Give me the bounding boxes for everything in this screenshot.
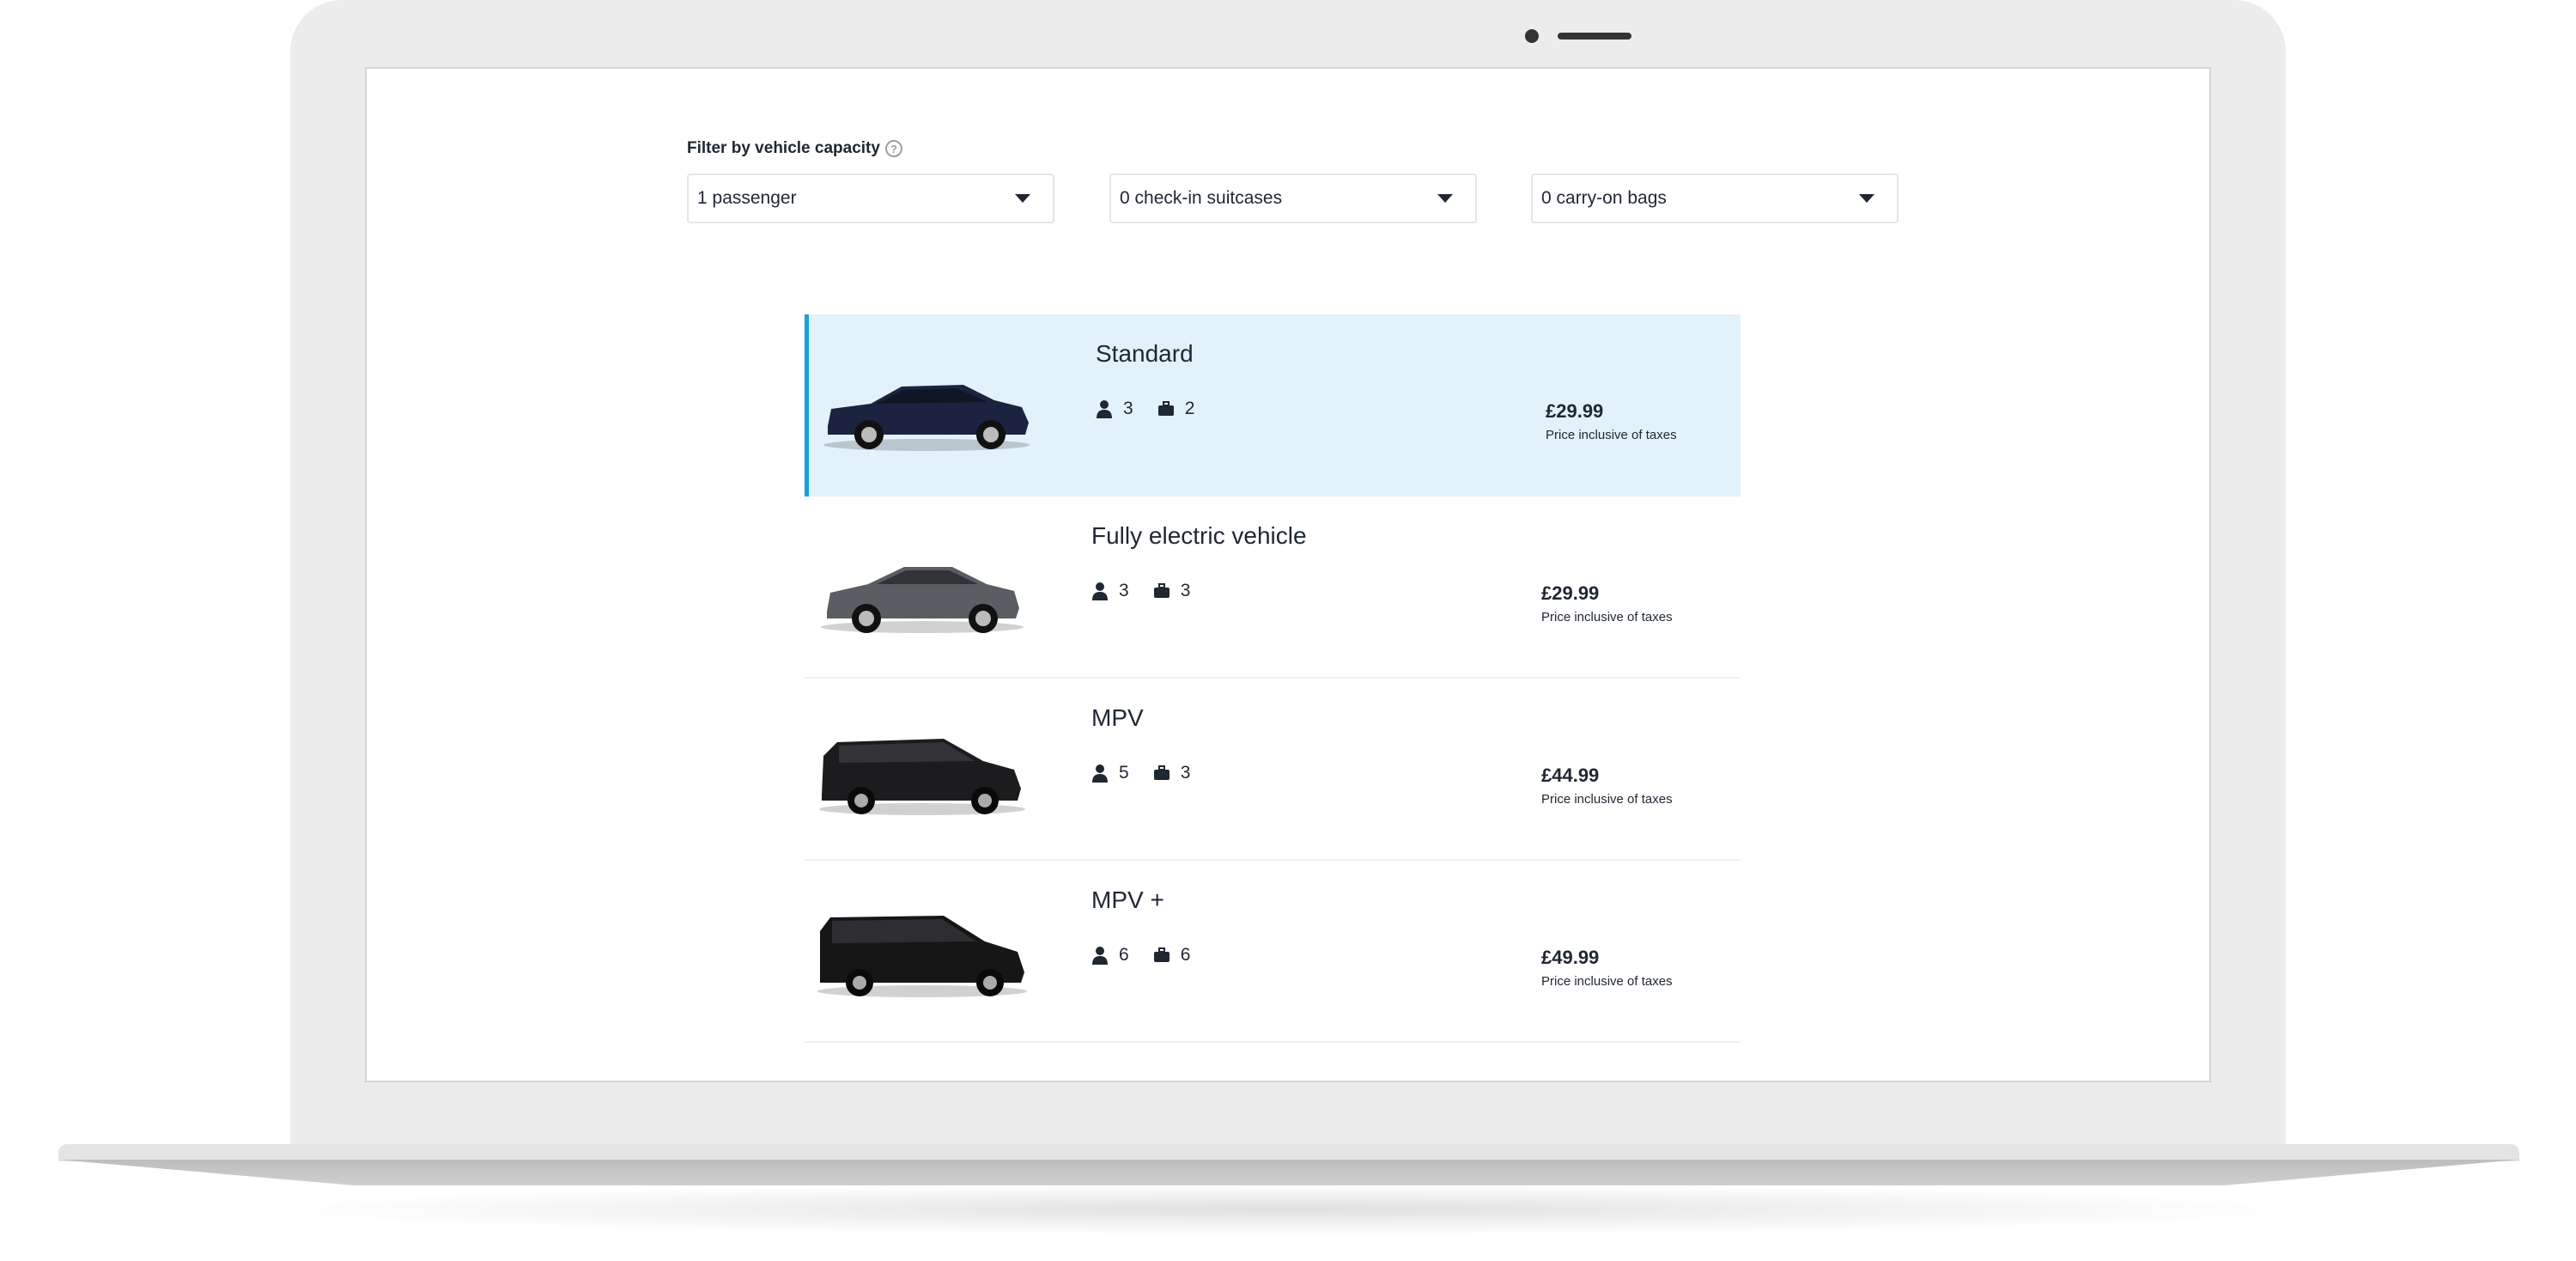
vehicle-name: Standard [1096, 340, 1194, 367]
person-icon [1092, 765, 1108, 783]
vehicle-option-electric[interactable]: Fully electric vehicle 3 3 £29.99 Price … [805, 496, 1741, 679]
passenger-count: 5 [1119, 763, 1129, 783]
suitcase-select[interactable]: 0 check-in suitcases [1109, 174, 1477, 223]
filter-heading: Filter by vehicle capacity ? [687, 139, 902, 158]
vehicle-price: £49.99 [1541, 947, 1600, 968]
vehicle-name: MPV [1091, 704, 1144, 731]
camera-icon [1525, 29, 1539, 43]
price-note: Price inclusive of taxes [1541, 792, 1673, 807]
vehicle-name: MPV + [1091, 886, 1164, 913]
suitcase-icon [1157, 401, 1174, 416]
vehicle-name: Fully electric vehicle [1091, 522, 1307, 549]
camera-bar [1558, 33, 1631, 40]
price-note: Price inclusive of taxes [1541, 610, 1673, 624]
vehicle-price: £44.99 [1541, 765, 1600, 786]
van-icon [817, 916, 1027, 997]
carry-on-select[interactable]: 0 carry-on bags [1531, 174, 1899, 223]
person-icon [1092, 582, 1108, 600]
suitcase-icon [1153, 947, 1170, 962]
filter-label: Filter by vehicle capacity [687, 139, 880, 157]
question-circle-icon[interactable]: ? [884, 140, 902, 157]
vehicle-price: £29.99 [1546, 400, 1604, 422]
price-note: Price inclusive of taxes [1546, 428, 1677, 442]
vehicle-capacity: 3 2 [1096, 399, 1218, 419]
car-electric-icon [821, 567, 1024, 633]
vehicle-option-standard[interactable]: Standard 3 2 £29.99 Price inclusive of t… [805, 314, 1741, 496]
person-icon [1092, 947, 1108, 965]
vehicle-list: Standard 3 2 £29.99 Price inclusive of t… [805, 314, 1741, 1043]
suitcase-select-value: 0 check-in suitcases [1120, 188, 1283, 208]
car-estate-icon [823, 385, 1030, 451]
vehicle-capacity: 6 6 [1091, 945, 1214, 966]
caret-down-icon [1015, 194, 1030, 203]
luggage-count: 3 [1180, 763, 1191, 783]
suitcase-icon [1153, 765, 1170, 780]
caret-down-icon [1859, 194, 1874, 203]
passenger-count: 3 [1119, 581, 1129, 600]
laptop-shadow [258, 1184, 2318, 1235]
laptop-mockup: Filter by vehicle capacity ? 1 passenger… [0, 0, 2576, 1261]
passenger-count: 6 [1119, 945, 1129, 965]
vehicle-option-mpv-plus[interactable]: MPV + 6 6 £49.99 Price inclusive of taxe… [805, 861, 1741, 1043]
laptop-base [58, 1144, 2519, 1161]
laptop-base-edge [58, 1160, 2519, 1185]
vehicle-capacity: 3 3 [1091, 581, 1214, 601]
vehicle-option-mpv[interactable]: MPV 5 3 £44.99 Price inclusive of taxes [805, 679, 1741, 861]
passenger-select-value: 1 passenger [697, 188, 797, 208]
price-note: Price inclusive of taxes [1541, 974, 1673, 989]
passenger-count: 3 [1123, 399, 1133, 418]
suitcase-icon [1153, 583, 1170, 598]
person-icon [1097, 400, 1112, 418]
luggage-count: 6 [1180, 945, 1191, 965]
caret-down-icon [1437, 194, 1453, 203]
luggage-count: 2 [1184, 399, 1195, 418]
luggage-count: 3 [1180, 581, 1191, 600]
laptop-screen: Filter by vehicle capacity ? 1 passenger… [365, 67, 2211, 1082]
passenger-select[interactable]: 1 passenger [687, 174, 1054, 223]
car-mpv-icon [819, 739, 1025, 815]
carry-on-select-value: 0 carry-on bags [1541, 188, 1667, 208]
vehicle-capacity: 5 3 [1091, 763, 1214, 783]
vehicle-price: £29.99 [1541, 582, 1600, 604]
